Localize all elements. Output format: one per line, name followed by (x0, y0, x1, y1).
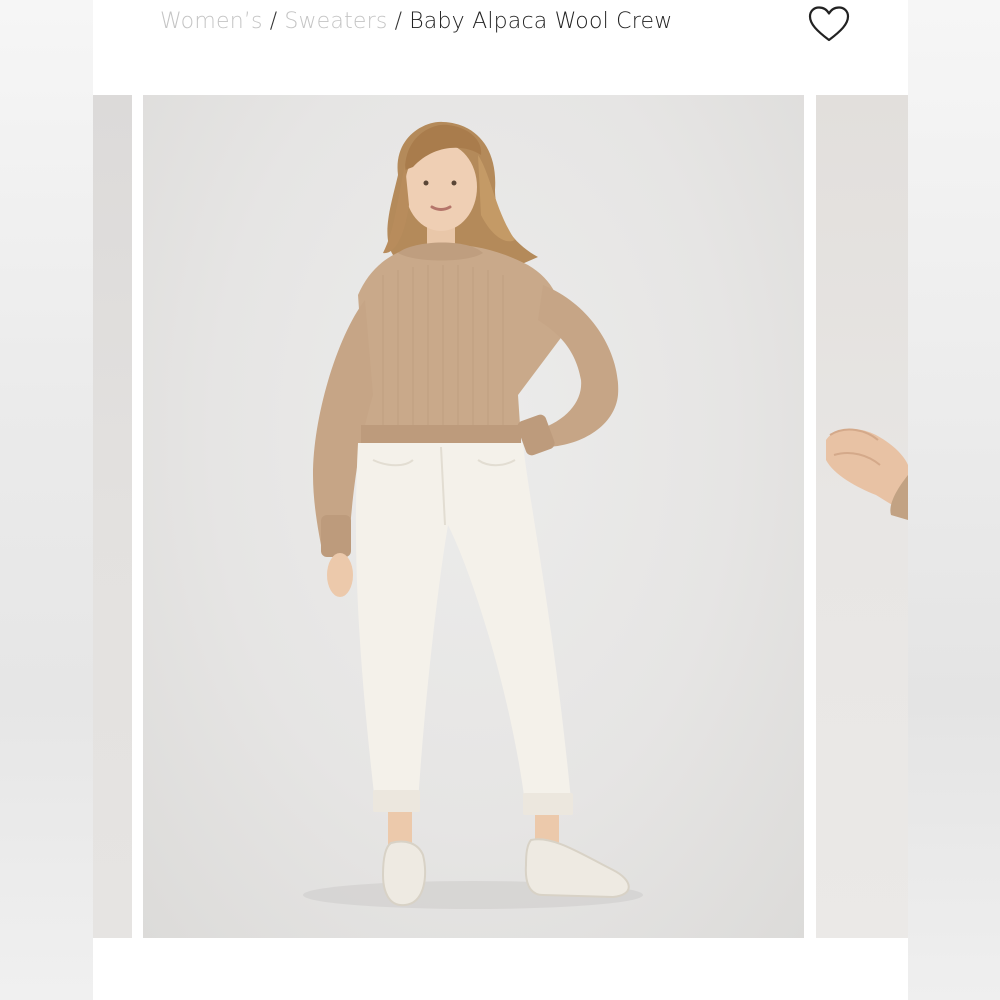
image-gallery[interactable] (93, 95, 908, 938)
model-illustration (303, 121, 643, 909)
breadcrumb-sweaters[interactable]: Sweaters (284, 9, 387, 34)
favorite-button[interactable] (807, 4, 851, 44)
heart-outline-icon (808, 6, 850, 42)
product-page: Women’s / Sweaters / Baby Alpaca Wool Crew (93, 0, 908, 1000)
hands-closeup-illustration (826, 428, 908, 520)
breadcrumb-separator: / (269, 9, 278, 34)
right-blur-margin (908, 0, 1000, 1000)
previous-product-image[interactable] (93, 95, 132, 938)
next-product-image[interactable] (816, 95, 908, 938)
breadcrumb: Women’s / Sweaters / Baby Alpaca Wool Crew (160, 9, 672, 34)
left-blur-margin (0, 0, 93, 1000)
breadcrumb-current: Baby Alpaca Wool Crew (409, 9, 673, 34)
breadcrumb-womens[interactable]: Women’s (160, 9, 263, 34)
breadcrumb-separator: / (394, 9, 403, 34)
main-product-image[interactable] (143, 95, 804, 938)
